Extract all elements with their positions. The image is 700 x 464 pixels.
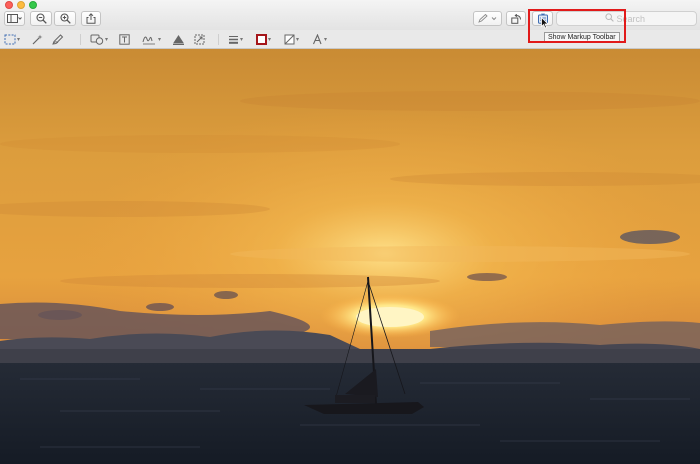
sidebar-view-icon [7, 14, 22, 23]
text-style-tool[interactable]: ▾ [312, 33, 327, 46]
zoom-out-button[interactable] [30, 11, 52, 26]
chevron-down-icon: ▾ [105, 36, 109, 43]
signature-tool[interactable]: ▾ [142, 33, 161, 46]
sunset-photo [0, 49, 700, 464]
fill-color-tool[interactable]: ▾ [284, 33, 299, 46]
adjust-color-icon [172, 34, 185, 45]
shape-style-icon [228, 34, 239, 45]
mouse-cursor-icon [541, 16, 549, 32]
tooltip: Show Markup Toolbar [544, 32, 620, 43]
sketch-icon [52, 34, 64, 45]
shapes-icon [90, 34, 104, 45]
zoom-window-button[interactable] [29, 1, 37, 9]
chevron-down-icon: ▾ [240, 36, 244, 43]
chevron-down-icon: ▾ [158, 36, 162, 43]
sidebar-view-button[interactable] [4, 11, 25, 26]
window-toolbar [0, 0, 700, 30]
zoom-out-icon [35, 13, 47, 24]
toolbar-divider [80, 34, 81, 45]
search-field[interactable] [556, 11, 697, 26]
text-style-icon [312, 34, 323, 45]
fill-color-icon [284, 34, 295, 45]
window-title [300, 0, 410, 10]
rotate-icon [510, 13, 522, 24]
chevron-down-icon: ▾ [324, 36, 328, 43]
zoom-in-icon [59, 13, 71, 24]
text-box-tool[interactable] [119, 33, 130, 46]
sketch-tool[interactable] [52, 33, 64, 46]
chevron-down-icon: ▾ [268, 36, 272, 43]
adjust-color-tool[interactable] [172, 33, 185, 46]
share-button[interactable] [81, 11, 101, 26]
search-icon [604, 13, 614, 24]
toolbar-divider [218, 34, 219, 45]
instant-alpha-tool[interactable] [32, 33, 43, 46]
search-input[interactable] [616, 13, 649, 24]
instant-alpha-icon [32, 34, 43, 45]
adjust-size-icon [194, 34, 205, 45]
border-color-tool[interactable]: ▾ [256, 33, 271, 46]
markup-pen-icon [477, 14, 498, 23]
rotate-button[interactable] [506, 11, 526, 26]
signature-icon [142, 34, 157, 45]
adjust-size-tool[interactable] [194, 33, 205, 46]
text-box-icon [119, 34, 130, 45]
rectangular-selection-icon [4, 34, 16, 45]
share-icon [86, 13, 96, 24]
rectangular-selection-tool[interactable]: ▾ [4, 33, 20, 46]
chevron-down-icon: ▾ [17, 36, 21, 43]
minimize-window-button[interactable] [17, 1, 25, 9]
markup-pen-button[interactable] [473, 11, 502, 26]
shape-style-tool[interactable]: ▾ [228, 33, 243, 46]
zoom-in-button[interactable] [54, 11, 76, 26]
shapes-tool[interactable]: ▾ [90, 33, 108, 46]
chevron-down-icon: ▾ [296, 36, 300, 43]
close-window-button[interactable] [5, 1, 13, 9]
border-color-icon [256, 34, 267, 45]
